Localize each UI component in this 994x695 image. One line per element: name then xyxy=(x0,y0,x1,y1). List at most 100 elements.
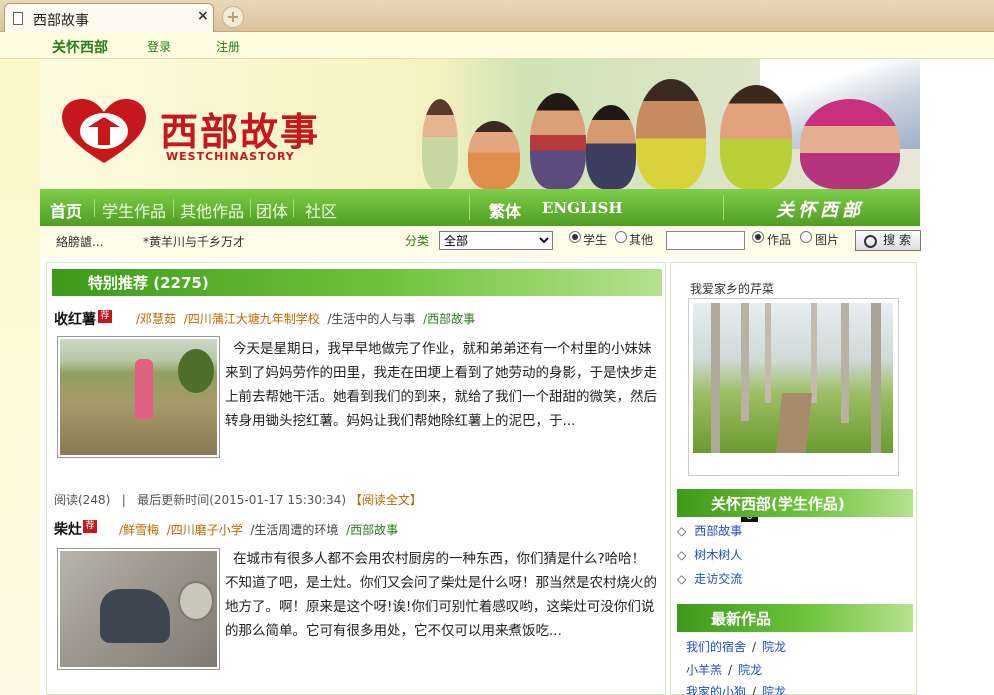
student-radio[interactable] xyxy=(569,231,581,243)
article-excerpt: 今天是星期日，我早早地做完了作业，就和弟弟还有一个村里的小妹妹来到了妈妈劳作的田… xyxy=(225,341,657,429)
latest-work-item: 我们的宿舍 / 院龙 xyxy=(686,638,786,655)
right-background xyxy=(920,59,994,695)
nav-home[interactable]: 首页 xyxy=(50,198,82,222)
nav-separator xyxy=(293,199,294,217)
article-thumbnail[interactable] xyxy=(57,548,220,670)
latest-works-header: 最新作品 xyxy=(677,604,913,632)
latest-work-item: 小羊羔 / 院龙 xyxy=(686,661,762,678)
latest-work-author[interactable]: 院龙 xyxy=(762,685,786,695)
latest-work-title[interactable]: 我家的小狗 xyxy=(686,685,746,695)
care-west-header-text: 关怀西部(学生作品) xyxy=(711,495,845,513)
traditional-chinese-link[interactable]: 繁体 xyxy=(489,198,521,222)
browser-tab-bar: 西部故事 × + xyxy=(0,0,994,32)
main-navigation: 首页 学生作品 其他作品 团体 社区 繁体 ENGLISH 关怀西部 xyxy=(40,189,920,226)
diamond-bullet-icon: ◇ xyxy=(677,548,687,562)
latest-work-item: 我家的小狗 / 院龙 xyxy=(686,683,786,695)
article-source[interactable]: /西部故事 xyxy=(423,312,475,326)
search-button[interactable]: 搜 索 xyxy=(855,230,921,251)
care-link-text[interactable]: 西部故事 xyxy=(694,524,742,538)
article-author[interactable]: /邓慧茹 xyxy=(136,312,176,326)
top-links-bar: 关怀西部 登录 注册 xyxy=(0,32,994,59)
latest-work-separator: / xyxy=(728,663,733,677)
other-radio-label: 其他 xyxy=(629,233,654,247)
latest-work-title[interactable]: 小羊羔 xyxy=(686,663,722,677)
care-link[interactable]: ◇ 走访交流 xyxy=(677,570,742,587)
other-radio[interactable] xyxy=(615,231,627,243)
article-category[interactable]: /生活周遭的环境 xyxy=(250,523,338,537)
brand-link[interactable]: 关怀西部 xyxy=(52,37,108,57)
sidebar: 我爱家乡的芹菜 12345678 关怀西部(学生作品) ◇西部故事 ◇树木树人 … xyxy=(670,262,917,695)
works-radio[interactable] xyxy=(752,231,764,243)
care-link-text[interactable]: 走访交流 xyxy=(694,572,742,586)
diamond-bullet-icon: ◇ xyxy=(677,524,687,538)
ticker-item[interactable]: 絡膀謯... xyxy=(56,233,103,250)
document-icon xyxy=(13,12,23,25)
login-link[interactable]: 登录 xyxy=(147,38,171,55)
tab-title: 西部故事 xyxy=(33,13,89,29)
new-tab-icon[interactable]: + xyxy=(222,6,244,28)
child-photo xyxy=(586,105,636,189)
article-school[interactable]: /四川蒲江大塘九年制学校 xyxy=(184,312,320,326)
nav-student-works[interactable]: 学生作品 xyxy=(102,198,166,222)
images-radio[interactable] xyxy=(800,231,812,243)
article-excerpt: 在城市有很多人都不会用农村厨房的一种东西，你们猜是什么?哈哈！不知道了吧，是土灶… xyxy=(225,551,657,639)
article-stats: 阅读(248) | 最后更新时间(2015-01-17 15:30:34) 【阅… xyxy=(54,491,422,508)
article-school[interactable]: /四川磨子小学 xyxy=(167,523,243,537)
care-link-text[interactable]: 树木树人 xyxy=(694,548,742,562)
header-banner: 西部故事 WESTCHINASTORY xyxy=(40,59,920,189)
student-radio-label: 学生 xyxy=(583,233,608,247)
article-meta: /鲜雪梅 /四川磨子小学 /生活周遭的环境 /西部故事 xyxy=(119,521,398,538)
latest-work-author[interactable]: 院龙 xyxy=(738,663,762,677)
read-full-link[interactable]: 【阅读全文】 xyxy=(350,493,422,507)
images-radio-label: 图片 xyxy=(815,233,840,247)
browser-tab[interactable]: 西部故事 × xyxy=(4,3,214,32)
recommended-badge-icon: 荐 xyxy=(98,310,112,323)
english-link[interactable]: ENGLISH xyxy=(542,199,623,217)
slideshow-image[interactable] xyxy=(693,303,893,453)
category-label: 分类 xyxy=(405,234,430,248)
nav-divider xyxy=(723,195,724,220)
latest-work-separator: / xyxy=(752,685,757,695)
works-radio-label: 作品 xyxy=(767,233,792,247)
nav-other-works[interactable]: 其他作品 xyxy=(180,198,244,222)
article-source[interactable]: /西部故事 xyxy=(346,523,398,537)
ticker-item[interactable]: *黄羊川与千乡万才 xyxy=(143,233,245,250)
child-photo xyxy=(530,93,586,189)
article-meta: /邓慧茹 /四川蒲江大塘九年制学校 /生活中的人与事 /西部故事 xyxy=(136,310,475,327)
latest-work-author[interactable]: 院龙 xyxy=(762,640,786,654)
care-west-header: 关怀西部(学生作品) xyxy=(677,489,913,517)
search-bar: 絡膀謯... *黄羊川与千乡万才 分类 全部 学生 其他 作品 图片 搜 索 xyxy=(40,226,921,258)
nav-divider xyxy=(469,195,470,220)
nav-separator xyxy=(250,199,251,217)
child-photo xyxy=(720,85,792,189)
recommended-badge-icon: 荐 xyxy=(83,520,97,533)
article-title[interactable]: 收红薯 xyxy=(54,309,96,329)
care-link[interactable]: ◇ 树木树人 xyxy=(677,546,742,563)
article-category[interactable]: /生活中的人与事 xyxy=(327,312,415,326)
article-thumbnail[interactable] xyxy=(57,336,220,458)
featured-image-title[interactable]: 我爱家乡的芹菜 xyxy=(690,280,774,297)
child-photo xyxy=(636,79,706,189)
nav-community[interactable]: 社区 xyxy=(305,198,337,222)
close-tab-icon[interactable]: × xyxy=(197,8,209,24)
featured-header-text: 特别推荐 (2275) xyxy=(88,274,209,292)
article-title[interactable]: 柴灶 xyxy=(54,519,82,539)
search-input[interactable] xyxy=(666,231,745,250)
nav-groups[interactable]: 团体 xyxy=(256,198,288,222)
slogan-text: 关怀西部 xyxy=(776,200,864,221)
article-author[interactable]: /鲜雪梅 xyxy=(119,523,159,537)
child-photo xyxy=(800,99,900,189)
care-link[interactable]: ◇ 西部故事 xyxy=(677,522,742,539)
latest-work-title[interactable]: 我们的宿舍 xyxy=(686,640,746,654)
logo-heart-icon[interactable] xyxy=(58,97,150,167)
logo-chinese-text: 西部故事 xyxy=(160,109,321,154)
featured-header: 特别推荐 (2275) xyxy=(52,269,662,296)
latest-works-header-text: 最新作品 xyxy=(711,610,772,628)
article-stats-text: 阅读(248) | 最后更新时间(2015-01-17 15:30:34) xyxy=(54,493,347,507)
latest-work-separator: / xyxy=(752,640,757,654)
image-slideshow[interactable]: 12345678 xyxy=(688,298,899,523)
left-background xyxy=(0,59,40,695)
diamond-bullet-icon: ◇ xyxy=(677,572,687,586)
category-select[interactable]: 全部 xyxy=(439,231,553,250)
register-link[interactable]: 注册 xyxy=(216,38,240,55)
